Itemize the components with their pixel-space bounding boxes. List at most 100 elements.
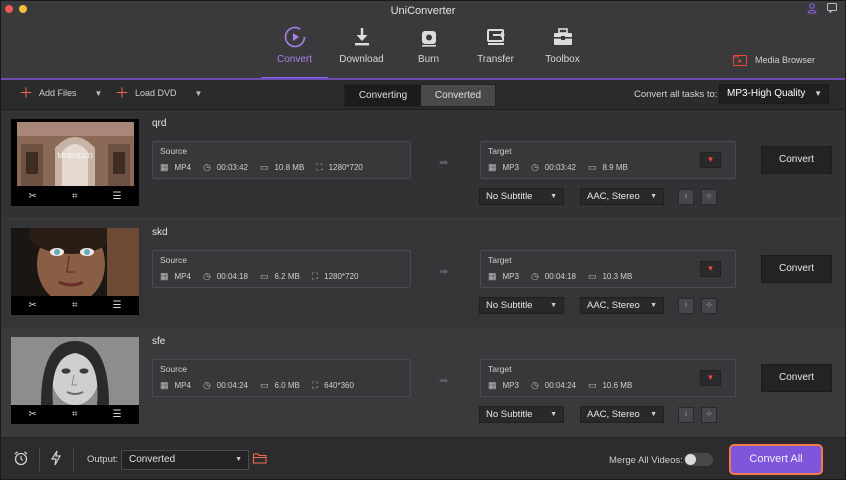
target-format-dropdown[interactable]: ▼ bbox=[700, 261, 721, 277]
subtitle-value: No Subtitle bbox=[486, 300, 533, 311]
file-name: qrd bbox=[152, 118, 167, 129]
add-files-button[interactable]: ＋ Add Files ▼ bbox=[19, 85, 103, 101]
merge-videos-toggle[interactable] bbox=[684, 453, 713, 466]
trim-icon[interactable]: ✂ bbox=[29, 300, 37, 311]
source-size: 6.2 MB bbox=[274, 272, 300, 281]
target-format-dropdown[interactable]: ▼ bbox=[700, 152, 721, 168]
output-format-value: MP3-High Quality bbox=[727, 88, 806, 99]
crop-icon[interactable]: ⌗ bbox=[72, 409, 78, 420]
nav-toolbox[interactable]: Toolbox bbox=[529, 25, 596, 77]
nav-burn-label: Burn bbox=[417, 54, 440, 65]
video-thumbnail[interactable]: ✂ ⌗ ☰ bbox=[11, 337, 139, 424]
toggle-knob bbox=[685, 454, 696, 465]
load-dvd-button[interactable]: ＋ Load DVD ▼ bbox=[115, 85, 203, 101]
add-dvd-icon: ＋ bbox=[115, 85, 129, 101]
crop-icon[interactable]: ⌗ bbox=[72, 191, 78, 202]
info-icon[interactable]: i bbox=[678, 407, 694, 423]
audio-select[interactable]: AAC, Stereo ▼ bbox=[580, 297, 664, 314]
effects-icon[interactable]: ☰ bbox=[113, 409, 122, 420]
alarm-clock-icon[interactable] bbox=[13, 450, 29, 470]
settings-icon[interactable]: ⊹ bbox=[701, 189, 717, 205]
divider bbox=[39, 447, 40, 471]
info-icon[interactable]: i bbox=[678, 189, 694, 205]
target-format-dropdown[interactable]: ▼ bbox=[700, 370, 721, 386]
video-thumbnail[interactable]: ✂ ⌗ ☰ bbox=[11, 228, 139, 315]
source-format: MP4 bbox=[174, 163, 191, 172]
audio-value: AAC, Stereo bbox=[587, 191, 640, 202]
subtitle-select[interactable]: No Subtitle ▼ bbox=[479, 297, 564, 314]
resolution-icon: ⛶ bbox=[311, 380, 319, 390]
resolution-icon: ⛶ bbox=[311, 271, 319, 281]
output-format-select[interactable]: MP3-High Quality ▼ bbox=[719, 84, 829, 104]
output-folder-select[interactable]: Converted ▼ bbox=[121, 450, 249, 470]
user-icon[interactable] bbox=[805, 3, 819, 17]
nav-transfer-label: Transfer bbox=[477, 54, 514, 65]
thumbnail-tools: ✂ ⌗ ☰ bbox=[11, 296, 139, 315]
film-icon: ▦ bbox=[160, 162, 169, 172]
chevron-down-icon: ▼ bbox=[550, 193, 557, 200]
subtitle-value: No Subtitle bbox=[486, 191, 533, 202]
effects-icon[interactable]: ☰ bbox=[113, 300, 122, 311]
chevron-down-icon[interactable]: ▼ bbox=[95, 89, 103, 98]
subtitle-select[interactable]: No Subtitle ▼ bbox=[479, 406, 564, 423]
feedback-icon[interactable] bbox=[825, 3, 839, 17]
nav-convert-label: Convert bbox=[276, 54, 312, 65]
source-format: MP4 bbox=[174, 381, 191, 390]
source-size: 10.8 MB bbox=[274, 163, 305, 172]
video-thumbnail[interactable]: MOROCCO ✂ ⌗ ☰ bbox=[11, 119, 139, 206]
toolbox-icon bbox=[553, 28, 572, 45]
thumbnail-image bbox=[11, 337, 139, 405]
audio-select[interactable]: AAC, Stereo ▼ bbox=[580, 406, 664, 423]
trim-icon[interactable]: ✂ bbox=[29, 409, 37, 420]
load-dvd-label: Load DVD bbox=[135, 88, 177, 98]
file-name: sfe bbox=[152, 336, 166, 347]
target-info[interactable]: Target ▦ MP3 ◷ 00:03:42 ▭ 8.9 MB bbox=[480, 141, 736, 179]
add-file-icon: ＋ bbox=[19, 85, 33, 101]
source-label: Source bbox=[160, 364, 187, 374]
open-folder-icon[interactable] bbox=[252, 452, 267, 464]
tab-converted[interactable]: Converted bbox=[421, 85, 495, 106]
target-info[interactable]: Target ▦ MP3 ◷ 00:04:18 ▭ 10.3 MB bbox=[480, 250, 736, 288]
subtitle-value: No Subtitle bbox=[486, 409, 533, 420]
info-icon[interactable]: i bbox=[678, 298, 694, 314]
source-resolution: 1280*720 bbox=[328, 163, 363, 172]
output-folder-value: Converted bbox=[129, 454, 176, 465]
settings-icon[interactable]: ⊹ bbox=[701, 298, 717, 314]
nav-burn[interactable]: Burn bbox=[395, 25, 462, 77]
audio-value: AAC, Stereo bbox=[587, 409, 640, 420]
chevron-down-icon: ▼ bbox=[650, 302, 657, 309]
convert-all-button[interactable]: Convert All bbox=[729, 444, 823, 475]
media-browser-button[interactable]: Media Browser bbox=[732, 54, 815, 66]
add-files-label: Add Files bbox=[39, 88, 77, 98]
media-browser-icon bbox=[732, 55, 747, 66]
chevron-down-icon[interactable]: ▼ bbox=[195, 89, 203, 98]
source-label: Source bbox=[160, 146, 187, 156]
nav-convert[interactable]: Convert bbox=[261, 25, 328, 79]
tab-converting[interactable]: Converting bbox=[345, 85, 421, 106]
nav-download[interactable]: Download bbox=[328, 25, 395, 77]
convert-button[interactable]: Convert bbox=[761, 364, 832, 392]
clock-icon: ◷ bbox=[202, 162, 211, 172]
convert-button[interactable]: Convert bbox=[761, 146, 832, 174]
effects-icon[interactable]: ☰ bbox=[113, 191, 122, 202]
audio-select[interactable]: AAC, Stereo ▼ bbox=[580, 188, 664, 205]
settings-icon[interactable]: ⊹ bbox=[701, 407, 717, 423]
clock-icon: ◷ bbox=[530, 271, 539, 281]
nav-transfer[interactable]: Transfer bbox=[462, 25, 529, 77]
target-duration: 00:03:42 bbox=[544, 163, 576, 172]
lightning-icon[interactable] bbox=[50, 450, 62, 470]
main-nav: Convert Download Burn Transfer Toolbox bbox=[261, 25, 596, 79]
clock-icon: ◷ bbox=[530, 380, 539, 390]
subtitle-select[interactable]: No Subtitle ▼ bbox=[479, 188, 564, 205]
arrow-right-icon: ➡ bbox=[439, 266, 449, 278]
chevron-down-icon: ▼ bbox=[235, 456, 242, 463]
disc-icon bbox=[421, 31, 436, 47]
trim-icon[interactable]: ✂ bbox=[29, 191, 37, 202]
target-info[interactable]: Target ▦ MP3 ◷ 00:04:24 ▭ 10.6 MB bbox=[480, 359, 736, 397]
convert-button[interactable]: Convert bbox=[761, 255, 832, 283]
audio-value: AAC, Stereo bbox=[587, 300, 640, 311]
file-row: MOROCCO ✂ ⌗ ☰ qrd Source ▦ MP4 ◷ 00:03:42 … bbox=[1, 110, 845, 219]
source-resolution: 640*360 bbox=[324, 381, 354, 390]
crop-icon[interactable]: ⌗ bbox=[72, 300, 78, 311]
folder-icon: ▭ bbox=[259, 162, 269, 172]
